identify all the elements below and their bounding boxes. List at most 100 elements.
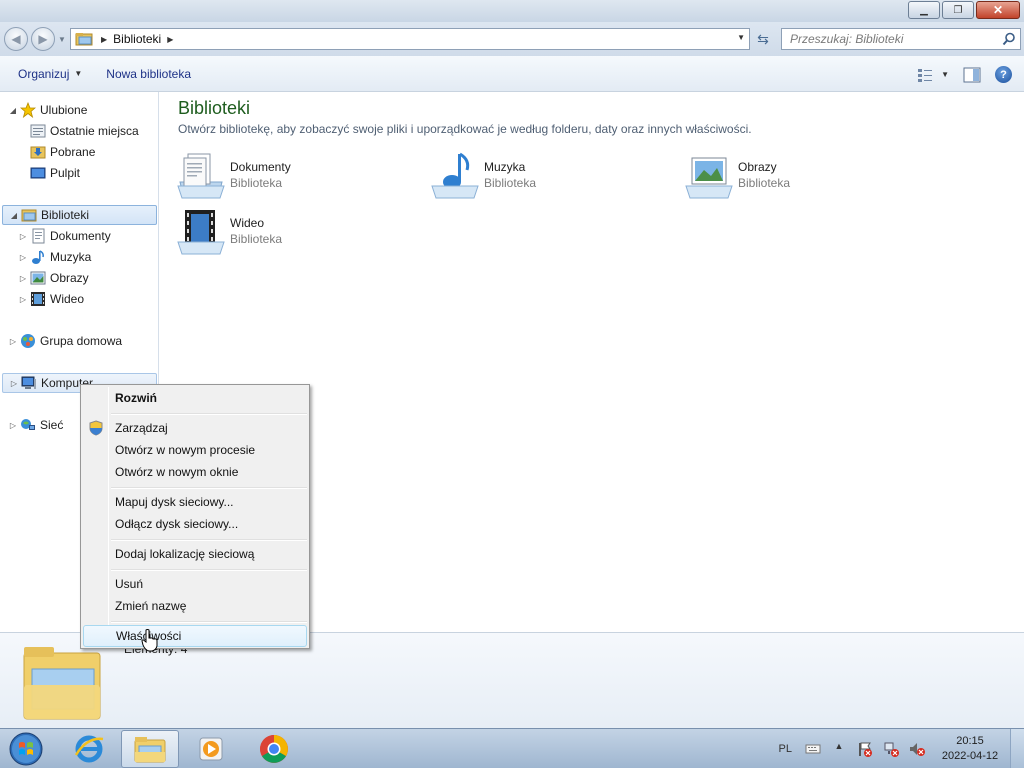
view-options-icon xyxy=(918,68,933,82)
new-library-button[interactable]: Nowa biblioteka xyxy=(97,56,200,91)
organize-menu[interactable]: Organizuj ▼ xyxy=(9,56,91,91)
sidebar-item-downloads[interactable]: Pobrane xyxy=(0,142,158,162)
libraries-folder-icon xyxy=(75,33,93,46)
recent-places-icon xyxy=(30,124,46,138)
menu-item-open-new-process[interactable]: Otwórz w nowym procesie xyxy=(83,439,307,461)
system-clock[interactable]: 20:15 2022-04-12 xyxy=(930,734,1010,764)
expand-arrow-icon[interactable]: ▷ xyxy=(8,421,18,430)
refresh-icon: ⇆ xyxy=(757,30,769,47)
library-documents[interactable]: Dokumenty Biblioteka xyxy=(176,152,416,200)
breadcrumb-separator-icon[interactable]: ▶ xyxy=(167,35,173,44)
library-music[interactable]: Muzyka Biblioteka xyxy=(430,152,670,200)
show-desktop-button[interactable] xyxy=(1010,729,1024,768)
menu-item-expand[interactable]: Rozwiń xyxy=(83,387,307,409)
expand-arrow-icon[interactable]: ▷ xyxy=(18,253,28,262)
search-box[interactable] xyxy=(781,28,1021,50)
change-view-button[interactable]: ▼ xyxy=(917,68,949,82)
sidebar-item-label: Dokumenty xyxy=(50,229,111,243)
menu-item-disconnect-network-drive[interactable]: Odłącz dysk sieciowy... xyxy=(83,513,307,535)
keyboard-icon[interactable] xyxy=(805,741,821,757)
taskbar-app-media-player[interactable] xyxy=(182,730,240,768)
hand-cursor-icon xyxy=(141,629,158,652)
refresh-button[interactable]: ⇆ xyxy=(752,28,774,50)
network-status-icon[interactable] xyxy=(883,741,899,757)
menu-item-add-network-location[interactable]: Dodaj lokalizację sieciową xyxy=(83,543,307,565)
pictures-icon xyxy=(30,271,46,285)
library-type: Biblioteka xyxy=(738,176,791,190)
menu-item-delete[interactable]: Usuń xyxy=(83,573,307,595)
address-dropdown-icon[interactable]: ▼ xyxy=(737,33,745,42)
windows-explorer-icon xyxy=(134,737,166,763)
computer-icon xyxy=(21,376,36,389)
menu-separator xyxy=(111,413,307,415)
collapse-arrow-icon[interactable]: ◢ xyxy=(9,211,19,220)
sidebar-item-label: Ulubione xyxy=(40,103,88,117)
expand-arrow-icon[interactable]: ▷ xyxy=(18,232,28,241)
taskbar-app-internet-explorer[interactable] xyxy=(60,730,118,768)
sidebar-item-documents[interactable]: ▷ Dokumenty xyxy=(0,226,158,246)
sidebar-item-desktop[interactable]: Pulpit xyxy=(0,163,158,183)
command-bar: Organizuj ▼ Nowa biblioteka ▼ ? xyxy=(0,56,1024,92)
window-title-bar[interactable]: ▁ ❐ ✕ xyxy=(0,0,1024,22)
page-description: Otwórz bibliotekę, aby zobaczyć swoje pl… xyxy=(178,122,752,136)
language-indicator[interactable]: PL xyxy=(779,743,792,755)
menu-item-manage[interactable]: Zarządzaj xyxy=(83,417,307,439)
context-menu: Rozwiń Zarządzaj Otwórz w nowym procesie… xyxy=(80,384,310,649)
menu-item-properties[interactable]: Właściwości xyxy=(83,625,307,647)
search-icon[interactable] xyxy=(1002,32,1016,46)
breadcrumb-separator-icon[interactable]: ▶ xyxy=(101,35,107,44)
videos-library-icon xyxy=(177,210,225,255)
expand-arrow-icon[interactable]: ▷ xyxy=(9,379,19,388)
library-text: Dokumenty Biblioteka xyxy=(230,160,291,190)
sidebar-item-favorites[interactable]: ◢ Ulubione xyxy=(0,100,158,120)
expand-arrow-icon[interactable]: ▷ xyxy=(18,274,28,283)
help-icon[interactable]: ? xyxy=(995,66,1012,83)
forward-button[interactable]: ▶ xyxy=(31,27,55,51)
expand-arrow-icon[interactable]: ▷ xyxy=(8,337,18,346)
expand-arrow-icon[interactable]: ▷ xyxy=(18,295,28,304)
sidebar-item-videos[interactable]: ▷ Wideo xyxy=(0,289,158,309)
chevron-down-icon: ▼ xyxy=(941,70,949,79)
music-library-icon xyxy=(431,152,479,199)
sidebar-item-libraries[interactable]: ◢ Biblioteki xyxy=(2,205,157,225)
page-title: Biblioteki xyxy=(178,98,251,118)
menu-item-rename[interactable]: Zmień nazwę xyxy=(83,595,307,617)
sidebar-item-homegroup[interactable]: ▷ Grupa domowa xyxy=(0,331,158,351)
library-type: Biblioteka xyxy=(230,176,283,190)
sidebar-item-music[interactable]: ▷ Muzyka xyxy=(0,247,158,267)
library-videos[interactable]: Wideo Biblioteka xyxy=(176,208,416,256)
minimize-button[interactable]: ▁ xyxy=(908,1,940,19)
sidebar-item-label: Pulpit xyxy=(50,166,81,180)
close-button[interactable]: ✕ xyxy=(976,1,1020,19)
start-button[interactable] xyxy=(6,731,46,767)
menu-item-map-network-drive[interactable]: Mapuj dysk sieciowy... xyxy=(83,491,307,513)
show-hidden-icons-icon[interactable]: ▲ xyxy=(831,741,847,757)
search-input[interactable] xyxy=(790,32,990,46)
chevron-down-icon: ▼ xyxy=(74,69,83,78)
star-icon xyxy=(20,102,36,118)
sidebar-item-label: Pobrane xyxy=(50,145,96,159)
organize-label: Organizuj xyxy=(18,66,70,81)
libraries-folder-icon xyxy=(21,209,37,222)
collapse-arrow-icon[interactable]: ◢ xyxy=(8,106,18,115)
library-type: Biblioteka xyxy=(484,176,537,190)
taskbar-app-windows-explorer[interactable] xyxy=(121,730,179,768)
library-name: Dokumenty xyxy=(230,160,291,174)
address-bar[interactable]: ▶ Biblioteki ▶ ▼ xyxy=(70,28,750,50)
restore-button[interactable]: ❐ xyxy=(942,1,974,19)
menu-item-open-new-window[interactable]: Otwórz w nowym oknie xyxy=(83,461,307,483)
library-pictures[interactable]: Obrazy Biblioteka xyxy=(684,152,924,200)
network-icon xyxy=(21,419,35,430)
back-button[interactable]: ◀ xyxy=(4,27,28,51)
sidebar-item-label: Grupa domowa xyxy=(40,334,123,348)
sidebar-item-pictures[interactable]: ▷ Obrazy xyxy=(0,268,158,288)
taskbar-app-chrome[interactable] xyxy=(245,730,303,768)
sidebar-item-recent-places[interactable]: Ostatnie miejsca xyxy=(0,121,158,141)
recent-pages-dropdown[interactable]: ▼ xyxy=(58,35,66,44)
volume-muted-icon[interactable] xyxy=(909,741,925,757)
breadcrumb-libraries[interactable]: Biblioteki xyxy=(113,32,161,46)
action-center-icon[interactable] xyxy=(857,741,873,757)
desktop-icon xyxy=(30,167,46,179)
preview-pane-icon[interactable] xyxy=(963,67,981,83)
menu-separator xyxy=(111,539,307,541)
